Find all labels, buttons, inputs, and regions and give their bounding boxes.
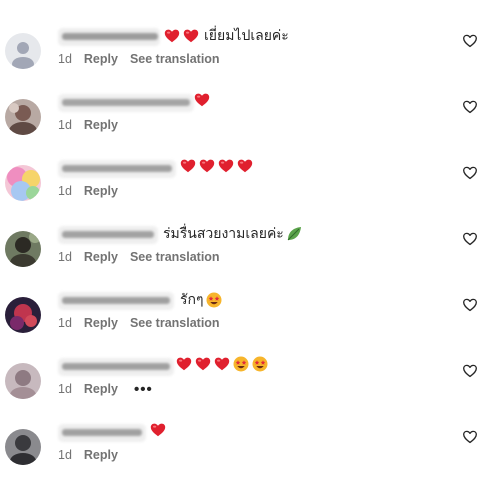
comment-meta: 1d Reply See translation [58,247,220,267]
comment-meta: 1d Reply See translation [58,49,220,69]
heart-emoji-icon [237,158,253,174]
star-struck-emoji-icon [252,356,268,372]
heart-emoji-icon [164,28,180,44]
see-translation-button[interactable]: See translation [130,316,220,330]
heart-emoji-icon [150,422,166,438]
see-translation-button[interactable]: See translation [130,52,220,66]
comment-text [180,158,258,174]
reply-button[interactable]: Reply [84,184,118,198]
heart-emoji-icon [180,158,196,174]
heart-outline-icon[interactable] [463,34,477,48]
heart-emoji-icon [214,356,230,372]
avatar[interactable] [5,231,41,267]
username[interactable] [58,94,194,112]
comment-item: 1d Reply [0,91,488,157]
avatar[interactable] [5,165,41,201]
comment-meta: 1d Reply See translation [58,313,220,333]
username[interactable] [58,226,158,244]
heart-outline-icon[interactable] [463,364,477,378]
heart-emoji-icon [195,356,211,372]
comment-meta: 1d Reply [58,115,130,135]
comment-item: เยี่ยมไปเลยค่ะ 1d Reply See translation [0,25,488,91]
username[interactable] [58,28,160,46]
reply-button[interactable]: Reply [84,250,118,264]
timestamp: 1d [58,52,72,66]
heart-outline-icon[interactable] [463,166,477,180]
timestamp: 1d [58,118,72,132]
heart-outline-icon[interactable] [463,298,477,312]
comment-item: 1d Reply [0,157,488,223]
comment-item: รักๆ 1d Reply See translation [0,289,488,355]
comment-item: 1d Reply [0,421,488,487]
comment-text [194,92,215,108]
comment-meta: 1d Reply [58,445,130,465]
avatar[interactable] [5,297,41,333]
heart-emoji-icon [199,158,215,174]
comment-text: ร่มรื่นสวยงามเลยค่ะ [163,224,305,244]
timestamp: 1d [58,184,72,198]
comment-body: รักๆ [180,292,204,308]
timestamp: 1d [58,316,72,330]
username[interactable] [58,424,146,442]
reply-button[interactable]: Reply [84,52,118,66]
comment-meta: 1d Reply ••• [58,379,153,399]
avatar[interactable] [5,99,41,135]
heart-emoji-icon [194,92,210,108]
star-struck-emoji-icon [233,356,249,372]
username[interactable] [58,358,174,376]
heart-outline-icon[interactable] [463,430,477,444]
comment-body: เยี่ยมไปเลยค่ะ [204,28,289,44]
more-options-button[interactable]: ••• [134,381,153,398]
reply-button[interactable]: Reply [84,118,118,132]
username[interactable] [58,292,174,310]
timestamp: 1d [58,448,72,462]
avatar[interactable] [5,363,41,399]
comment-item: ร่มรื่นสวยงามเลยค่ะ 1d Reply See transla… [0,223,488,289]
heart-emoji-icon [218,158,234,174]
reply-button[interactable]: Reply [84,316,118,330]
avatar[interactable] [5,429,41,465]
timestamp: 1d [58,382,72,396]
avatar[interactable] [5,33,41,69]
heart-emoji-icon [183,28,199,44]
reply-button[interactable]: Reply [84,382,118,396]
leaf-emoji-icon [286,226,302,242]
see-translation-button[interactable]: See translation [130,250,220,264]
heart-outline-icon[interactable] [463,100,477,114]
username[interactable] [58,160,176,178]
comment-text: รักๆ [180,290,225,310]
comment-list: เยี่ยมไปเลยค่ะ 1d Reply See translation [0,0,488,481]
comment-text [150,422,171,438]
star-struck-emoji-icon [206,292,222,308]
heart-emoji-icon [176,356,192,372]
comment-text [176,356,273,372]
comment-item: 1d Reply ••• [0,355,488,421]
comment-body: ร่มรื่นสวยงามเลยค่ะ [163,226,284,242]
timestamp: 1d [58,250,72,264]
comment-text: เยี่ยมไปเลยค่ะ [164,26,289,46]
comment-meta: 1d Reply [58,181,130,201]
reply-button[interactable]: Reply [84,448,118,462]
heart-outline-icon[interactable] [463,232,477,246]
